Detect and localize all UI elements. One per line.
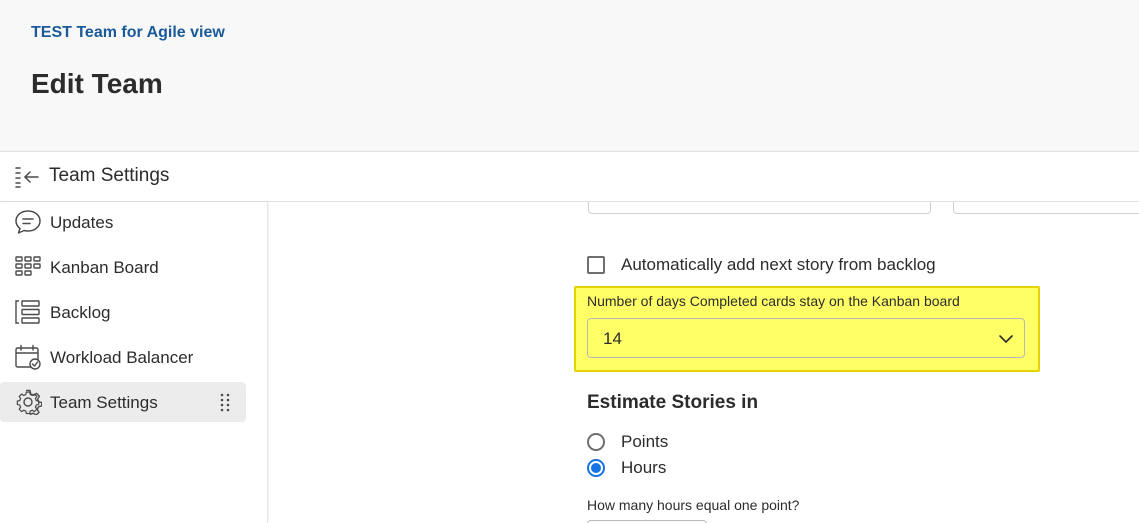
sidebar-item-backlog[interactable]: Backlog (0, 292, 246, 332)
sidebar-item-label: Kanban Board (50, 258, 159, 277)
sidebar-item-label: Team Settings (50, 393, 158, 412)
drag-handle-icon[interactable] (219, 392, 231, 412)
sidebar-item-updates[interactable]: Updates (0, 202, 246, 242)
page-title: Edit Team (31, 68, 163, 99)
sidebar-item-label: Workload Balancer (50, 348, 194, 367)
gear-icon (16, 389, 42, 415)
hours-per-point-label: How many hours equal one point? (587, 497, 800, 513)
calendar-check-icon (15, 344, 41, 370)
sidebar-item-label: Updates (50, 213, 114, 232)
page-header: TEST Team for Agile view Edit Team (0, 0, 1139, 152)
sidebar-item-team-settings[interactable]: Team Settings (0, 382, 246, 422)
completed-days-select[interactable]: 14 (587, 318, 1025, 358)
sidebar: Updates Kanban Board Backlog Workload Ba… (0, 202, 268, 523)
auto-add-story-checkbox[interactable] (587, 256, 605, 274)
auto-add-story-label: Automatically add next story from backlo… (621, 255, 936, 274)
completed-days-label: Number of days Completed cards stay on t… (587, 293, 960, 309)
sidebar-item-kanban-board[interactable]: Kanban Board (0, 247, 246, 287)
chat-bubble-icon (15, 210, 41, 234)
completed-days-value: 14 (603, 329, 622, 348)
sidebar-item-label: Backlog (50, 303, 111, 322)
kanban-grid-icon (15, 256, 41, 276)
points-radio[interactable] (587, 433, 605, 451)
partial-input-right[interactable] (953, 202, 1139, 214)
partial-input-left[interactable] (588, 202, 931, 214)
sidebar-header: Team Settings (0, 152, 1139, 202)
settings-content: Automatically add next story from backlo… (269, 202, 1139, 523)
backlog-list-icon (15, 300, 40, 324)
estimate-section-title: Estimate Stories in (587, 392, 759, 413)
hours-radio[interactable] (587, 459, 605, 477)
chevron-down-icon (999, 335, 1013, 343)
hours-radio-label: Hours (621, 458, 667, 477)
breadcrumb[interactable]: TEST Team for Agile view (31, 24, 225, 42)
sidebar-header-title: Team Settings (49, 165, 170, 186)
collapse-sidebar-icon[interactable] (14, 165, 40, 189)
sidebar-item-workload-balancer[interactable]: Workload Balancer (0, 337, 246, 377)
points-radio-label: Points (621, 432, 669, 451)
